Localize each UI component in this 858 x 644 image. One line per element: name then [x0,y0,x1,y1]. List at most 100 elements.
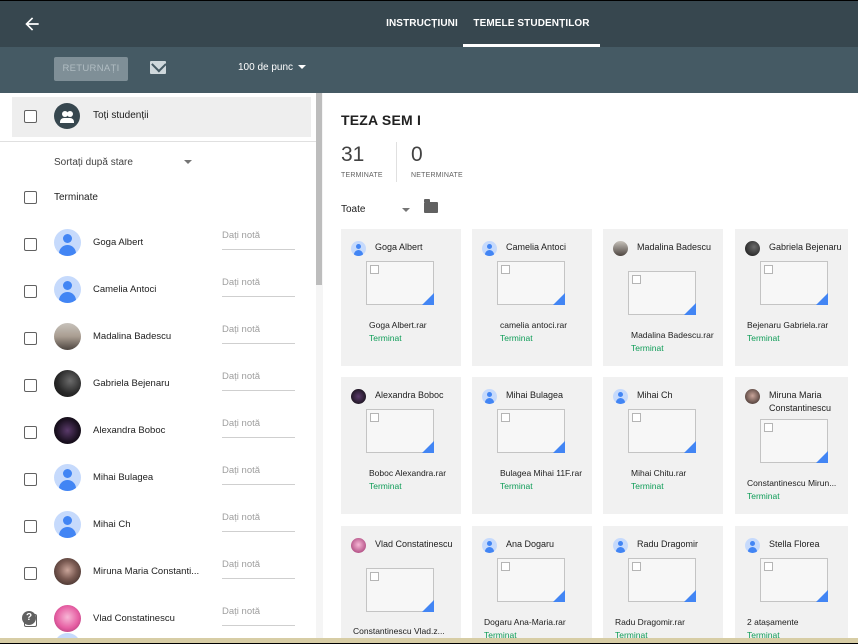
submission-card[interactable]: Goga Albert Goga Albert.rar Terminat [341,229,461,366]
submission-card[interactable]: Alexandra Boboc Boboc Alexandra.rar Term… [341,377,461,514]
student-name: Miruna Maria Constanti... [93,566,200,577]
file-name[interactable]: Madalina Badescu.rar [631,330,721,340]
avatar [745,389,760,404]
file-thumbnail[interactable] [760,558,828,602]
student-row[interactable]: Mihai Bulagea Dați notă [0,457,316,504]
return-button[interactable]: RETURNAȚI [54,57,128,81]
student-row[interactable]: Gabriela Bejenaru Dați notă [0,363,316,410]
card-student-name: Alexandra Boboc [375,390,444,400]
broken-image-icon [370,265,379,274]
student-checkbox[interactable] [24,285,37,298]
student-checkbox[interactable] [24,567,37,580]
file-thumbnail[interactable] [628,409,696,453]
grade-input[interactable]: Dați notă [222,371,295,391]
submission-card[interactable]: Mihai Ch Mihai Chitu.rar Terminat [603,377,723,514]
scrollbar-thumb[interactable] [316,93,322,285]
student-checkbox[interactable] [24,332,37,345]
submission-card[interactable]: Camelia Antoci camelia antoci.rar Termin… [472,229,592,366]
submission-card[interactable]: Ana Dogaru Dogaru Ana-Maria.rar Terminat [472,526,592,644]
avatar [613,538,628,553]
file-thumbnail[interactable] [760,419,828,463]
file-name[interactable]: Goga Albert.rar [369,320,459,330]
avatar [351,389,366,404]
file-thumbnail[interactable] [628,558,696,602]
submission-card[interactable]: Mihai Bulagea Bulagea Mihai 11F.rar Term… [472,377,592,514]
student-checkbox[interactable] [24,238,37,251]
file-name[interactable]: Bejenaru Gabriela.rar [747,320,837,330]
sort-dropdown-label[interactable]: Sortați după stare [54,157,133,168]
points-dropdown[interactable]: 100 de punc [238,62,307,73]
broken-image-icon [370,413,379,422]
file-thumbnail[interactable] [497,409,565,453]
back-arrow-icon[interactable] [22,14,42,34]
grade-input[interactable]: Dați notă [222,465,295,485]
divider [0,141,316,142]
file-thumbnail[interactable] [628,271,696,315]
submission-card[interactable]: Vlad Constatinescu Constantinescu Vlad.z… [341,526,461,644]
student-row[interactable]: Mihai Ch Dați notă [0,504,316,551]
file-thumbnail[interactable] [760,261,828,305]
chevron-down-icon[interactable] [402,208,410,212]
grade-input[interactable]: Dați notă [222,324,295,344]
card-student-name: Radu Dragomir [637,539,699,549]
folder-icon[interactable] [424,199,438,213]
grade-input[interactable]: Dați notă [222,230,295,250]
student-name: Mihai Bulagea [93,472,154,483]
file-name[interactable]: Dogaru Ana-Maria.rar [484,617,584,627]
email-icon[interactable] [150,61,166,74]
file-thumbnail[interactable] [497,558,565,602]
file-thumbnail[interactable] [497,261,565,305]
app-bar: INSTRUCȚIUNI TEMELE STUDENȚILOR [0,0,858,47]
file-name[interactable]: Bulagea Mihai 11F.rar [500,468,590,478]
file-corner-icon [553,441,565,453]
notdone-count: 0 [411,143,423,166]
tab-instructions[interactable]: INSTRUCȚIUNI [381,0,463,47]
help-icon[interactable]: ? [22,611,36,625]
student-checkbox[interactable] [24,473,37,486]
status-text: Terminat [631,343,664,353]
student-name: Vlad Constatinescu [93,613,175,624]
grade-input[interactable]: Dați notă [222,418,295,438]
submission-card[interactable]: Radu Dragomir Radu Dragomir.rar Terminat [603,526,723,644]
student-row[interactable]: Madalina Badescu Dați notă [0,316,316,363]
tab-student-work[interactable]: TEMELE STUDENȚILOR [463,0,600,47]
file-thumbnail[interactable] [366,568,434,612]
file-name[interactable]: Constantinescu Mirun... [747,478,843,488]
submission-card[interactable]: Gabriela Bejenaru Bejenaru Gabriela.rar … [735,229,848,366]
student-name: Mihai Ch [93,519,131,530]
submission-card[interactable]: Madalina Badescu Madalina Badescu.rar Te… [603,229,723,366]
student-checkbox[interactable] [24,379,37,392]
file-name[interactable]: Boboc Alexandra.rar [369,468,459,478]
grade-input[interactable]: Dați notă [222,512,295,532]
section-checkbox[interactable] [24,191,37,204]
file-name[interactable]: Radu Dragomir.rar [615,617,705,627]
student-row[interactable]: Camelia Antoci Dați notă [0,269,316,316]
file-corner-icon [684,303,696,315]
avatar [351,538,366,553]
submission-card[interactable]: Miruna Maria Constantinescu Constantines… [735,377,848,514]
grade-input[interactable]: Dați notă [222,277,295,297]
student-row[interactable]: Miruna Maria Constanti... Dați notă [0,551,316,598]
student-row[interactable]: Goga Albert Dați notă [0,222,316,269]
file-name[interactable]: 2 atașamente [747,617,837,627]
file-thumbnail[interactable] [366,409,434,453]
file-thumbnail[interactable] [366,261,434,305]
avatar [613,389,628,404]
broken-image-icon [501,413,510,422]
student-row[interactable]: Alexandra Boboc Dați notă [0,410,316,457]
chevron-down-icon[interactable] [184,160,192,164]
all-students-checkbox[interactable] [24,110,37,123]
filter-dropdown-label[interactable]: Toate [341,204,365,215]
file-name[interactable]: camelia antoci.rar [500,320,590,330]
grade-input[interactable]: Dați notă [222,559,295,579]
grade-input[interactable]: Dați notă [222,606,295,626]
file-name[interactable]: Mihai Chitu.rar [631,468,721,478]
broken-image-icon [501,562,510,571]
student-checkbox[interactable] [24,426,37,439]
done-label: TERMINATE [341,172,383,179]
done-count: 31 [341,143,365,166]
student-checkbox[interactable] [24,520,37,533]
file-name[interactable]: Constantinescu Vlad.z... [353,626,449,636]
submission-card[interactable]: Stella Florea 2 atașamente Terminat [735,526,848,644]
broken-image-icon [764,562,773,571]
